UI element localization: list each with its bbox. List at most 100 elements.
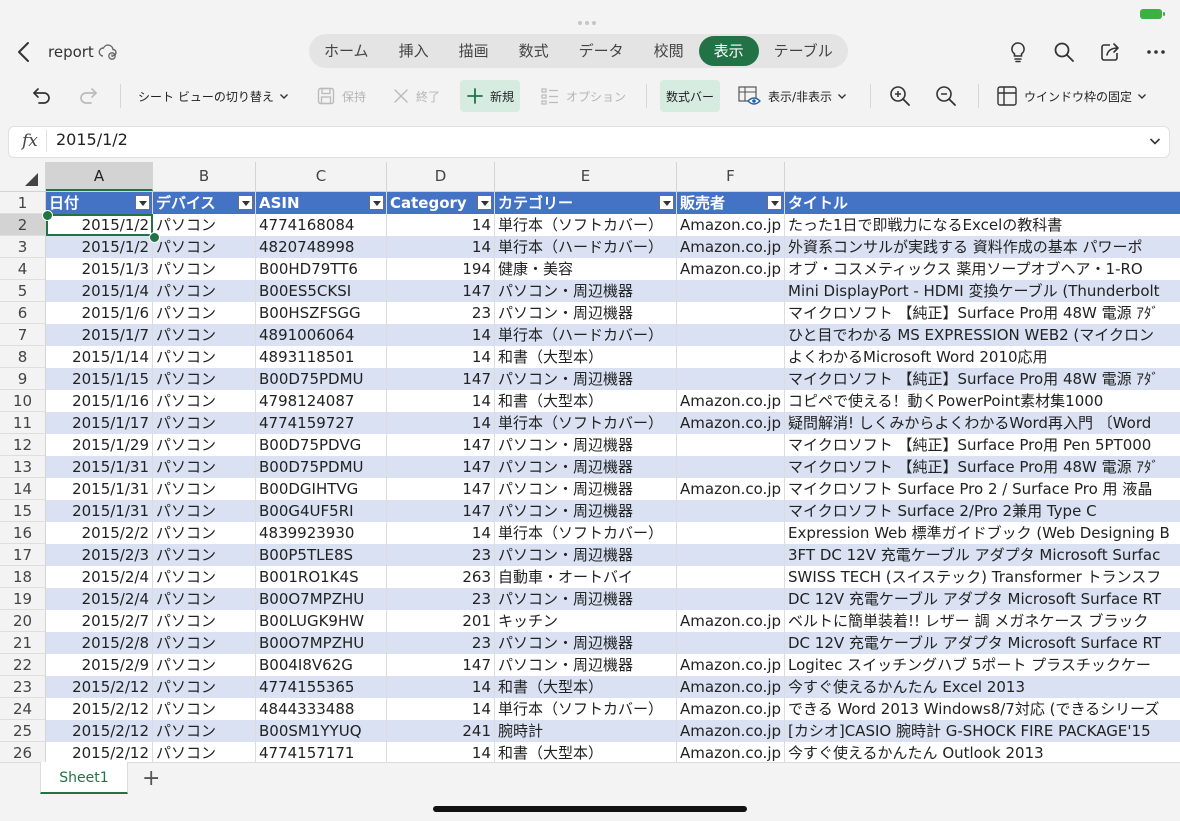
row-header[interactable]: 8 bbox=[0, 346, 46, 368]
table-cell[interactable]: 2015/1/2 bbox=[46, 236, 153, 258]
undo-button[interactable] bbox=[30, 80, 54, 112]
table-cell[interactable] bbox=[677, 324, 785, 346]
row-header[interactable]: 12 bbox=[0, 434, 46, 456]
cloud-sync-icon[interactable] bbox=[98, 42, 118, 66]
lightbulb-icon[interactable] bbox=[1006, 40, 1030, 64]
table-cell[interactable] bbox=[677, 566, 785, 588]
zoom-out-button[interactable] bbox=[934, 80, 958, 112]
table-cell[interactable]: B00O7MPZHU bbox=[256, 588, 387, 610]
back-button[interactable] bbox=[14, 40, 36, 64]
table-cell[interactable]: マイクロソフト 【純正】Surface Pro用 48W 電源 ｱﾀﾞ bbox=[785, 368, 1180, 390]
table-cell[interactable] bbox=[677, 588, 785, 610]
table-cell[interactable]: Expression Web 標準ガイドブック (Web Designing B bbox=[785, 522, 1180, 544]
table-cell[interactable]: 外資系コンサルが実践する 資料作成の基本 パワーポ bbox=[785, 236, 1180, 258]
row-header[interactable]: 18 bbox=[0, 566, 46, 588]
table-cell[interactable]: Amazon.co.jp bbox=[677, 478, 785, 500]
row-header[interactable]: 21 bbox=[0, 632, 46, 654]
row-header[interactable]: 25 bbox=[0, 720, 46, 742]
row-header[interactable]: 10 bbox=[0, 390, 46, 412]
table-cell[interactable]: マイクロソフト 【純正】Surface Pro用 48W 電源 ｱﾀﾞ bbox=[785, 302, 1180, 324]
row-header[interactable]: 9 bbox=[0, 368, 46, 390]
row-header[interactable]: 4 bbox=[0, 258, 46, 280]
table-cell[interactable]: 2015/1/7 bbox=[46, 324, 153, 346]
table-cell[interactable] bbox=[677, 456, 785, 478]
table-cell[interactable]: Logitec スイッチングハブ 5ポート プラスチックケー bbox=[785, 654, 1180, 676]
table-cell[interactable]: パソコン bbox=[153, 544, 256, 566]
spreadsheet-grid[interactable]: ABCDEF 1 日付 デバイス ASIN Category カテゴリー 販売者 タイトル 2 2… bbox=[0, 162, 1180, 762]
table-cell[interactable]: 今すぐ使えるかんたん Excel 2013 bbox=[785, 676, 1180, 698]
column-header-e[interactable]: E bbox=[495, 162, 677, 191]
table-cell[interactable]: ひと目でわかる MS EXPRESSION WEB2 (マイクロン bbox=[785, 324, 1180, 346]
row-header[interactable]: 23 bbox=[0, 676, 46, 698]
table-cell[interactable]: パソコン bbox=[153, 500, 256, 522]
sheet-view-switch-button[interactable]: シート ビューの切り替え bbox=[138, 80, 290, 112]
table-cell[interactable]: 147 bbox=[387, 434, 495, 456]
table-cell[interactable]: 14 bbox=[387, 412, 495, 434]
add-sheet-button[interactable]: + bbox=[142, 766, 160, 791]
table-cell[interactable]: 2015/2/12 bbox=[46, 720, 153, 742]
table-cell[interactable]: 健康・美容 bbox=[495, 258, 677, 280]
filter-dropdown-icon[interactable] bbox=[659, 195, 674, 210]
table-cell[interactable]: 4798124087 bbox=[256, 390, 387, 412]
table-cell[interactable]: 23 bbox=[387, 588, 495, 610]
table-cell[interactable]: よくわかるMicrosoft Word 2010応用 bbox=[785, 346, 1180, 368]
sheet-tab-sheet1[interactable]: Sheet1 bbox=[40, 762, 128, 794]
table-cell[interactable]: Amazon.co.jp bbox=[677, 236, 785, 258]
table-cell[interactable]: マイクロソフト Surface 2/Pro 2兼用 Type C bbox=[785, 500, 1180, 522]
column-header-d[interactable]: D bbox=[387, 162, 495, 191]
table-cell[interactable]: 2015/1/31 bbox=[46, 478, 153, 500]
table-cell[interactable] bbox=[677, 500, 785, 522]
tab-review[interactable]: 校閲 bbox=[639, 36, 699, 66]
column-header-f[interactable]: F bbox=[677, 162, 785, 191]
table-cell[interactable]: パソコン・周辺機器 bbox=[495, 280, 677, 302]
table-cell[interactable]: 単行本（ハードカバー） bbox=[495, 324, 677, 346]
table-cell[interactable]: パソコン bbox=[153, 390, 256, 412]
table-header-cell[interactable]: デバイス bbox=[153, 192, 256, 214]
table-cell[interactable]: パソコン bbox=[153, 302, 256, 324]
row-header[interactable]: 20 bbox=[0, 610, 46, 632]
table-cell[interactable]: 4774159727 bbox=[256, 412, 387, 434]
table-cell[interactable]: 147 bbox=[387, 500, 495, 522]
table-header-cell[interactable]: 日付 bbox=[46, 192, 153, 214]
tab-data[interactable]: データ bbox=[564, 36, 639, 66]
table-cell[interactable]: 2015/2/12 bbox=[46, 698, 153, 720]
table-cell[interactable] bbox=[677, 434, 785, 456]
filter-dropdown-icon[interactable] bbox=[135, 195, 150, 210]
table-cell[interactable]: 241 bbox=[387, 720, 495, 742]
table-cell[interactable] bbox=[677, 522, 785, 544]
table-cell[interactable]: 自動車・オートバイ bbox=[495, 566, 677, 588]
table-cell[interactable]: パソコン bbox=[153, 434, 256, 456]
keep-view-button[interactable]: 保持 bbox=[316, 80, 366, 112]
tab-draw[interactable]: 描画 bbox=[444, 36, 504, 66]
tab-insert[interactable]: 挿入 bbox=[384, 36, 444, 66]
table-cell[interactable]: Mini DisplayPort - HDMI 変換ケーブル (Thunderb… bbox=[785, 280, 1180, 302]
table-cell[interactable]: B00O7MPZHU bbox=[256, 632, 387, 654]
row-header[interactable]: 3 bbox=[0, 236, 46, 258]
table-cell[interactable]: パソコン・周辺機器 bbox=[495, 302, 677, 324]
filter-dropdown-icon[interactable] bbox=[238, 195, 253, 210]
table-cell[interactable]: パソコン bbox=[153, 522, 256, 544]
row-header[interactable]: 22 bbox=[0, 654, 46, 676]
table-cell[interactable]: 2015/2/12 bbox=[46, 742, 153, 762]
table-cell[interactable]: 263 bbox=[387, 566, 495, 588]
table-cell[interactable]: 2015/2/9 bbox=[46, 654, 153, 676]
table-cell[interactable]: 単行本（ソフトカバー） bbox=[495, 214, 677, 236]
column-header-c[interactable]: C bbox=[256, 162, 387, 191]
table-cell[interactable]: 147 bbox=[387, 654, 495, 676]
table-cell[interactable]: B001RO1K4S bbox=[256, 566, 387, 588]
table-cell[interactable]: パソコン bbox=[153, 698, 256, 720]
column-header-a[interactable]: A bbox=[46, 162, 153, 191]
row-header[interactable]: 16 bbox=[0, 522, 46, 544]
table-cell[interactable]: パソコン bbox=[153, 588, 256, 610]
table-cell[interactable]: 2015/1/16 bbox=[46, 390, 153, 412]
table-cell[interactable]: 14 bbox=[387, 390, 495, 412]
table-cell[interactable]: 4891006064 bbox=[256, 324, 387, 346]
table-cell[interactable]: 腕時計 bbox=[495, 720, 677, 742]
table-cell[interactable]: たった1日で即戦力になるExcelの教科書 bbox=[785, 214, 1180, 236]
table-cell[interactable]: 2015/2/8 bbox=[46, 632, 153, 654]
table-cell[interactable]: パソコン bbox=[153, 324, 256, 346]
table-cell[interactable]: B00G4UF5RI bbox=[256, 500, 387, 522]
table-cell[interactable]: DC 12V 充電ケーブル アダプタ Microsoft Surface RT bbox=[785, 632, 1180, 654]
table-cell[interactable]: 4774155365 bbox=[256, 676, 387, 698]
table-cell[interactable]: B00D75PDMU bbox=[256, 368, 387, 390]
